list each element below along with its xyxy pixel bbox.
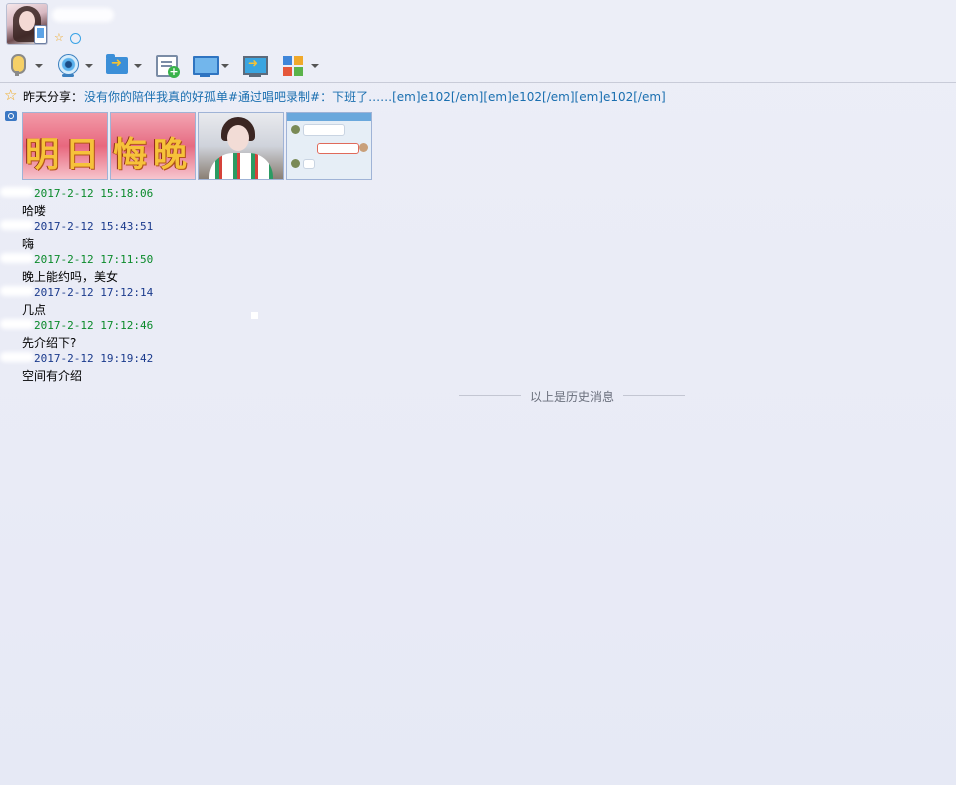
redaction-mark	[251, 312, 258, 319]
contact-name-redacted	[52, 8, 114, 22]
sender-name-redacted	[0, 187, 34, 197]
message-item: 2017-2-12 17:11:50 晚上能约吗，美女	[0, 251, 700, 284]
message-time: 2017-2-12 15:18:06	[34, 187, 154, 200]
sender-name-redacted	[0, 286, 34, 296]
portrait-face	[227, 125, 249, 151]
message-text: 空间有介绍	[22, 369, 83, 383]
artwork-glyph: 日	[65, 135, 99, 175]
message-time: 2017-2-12 17:12:14	[34, 286, 154, 299]
message-time: 2017-2-12 17:12:46	[34, 319, 154, 332]
photo-album-icon[interactable]	[5, 111, 17, 121]
avatar-face	[19, 11, 35, 31]
message-time: 2017-2-12 17:11:50	[34, 253, 154, 266]
artwork-glyph: 悔	[113, 135, 147, 175]
apps-button[interactable]	[0, 52, 322, 78]
chat-screenshot-header	[287, 113, 371, 121]
sender-name-redacted	[0, 220, 34, 230]
message-time: 2017-2-12 15:43:51	[34, 220, 154, 233]
message-text: 嗨	[22, 237, 35, 251]
chat-toolbar: +	[0, 50, 956, 82]
portrait-body	[209, 153, 273, 179]
star-icon[interactable]: ☆	[54, 31, 64, 44]
message-text: 晚上能约吗，美女	[22, 270, 119, 284]
toolbar-divider	[0, 82, 956, 83]
message-list: 2017-2-12 15:18:06 哈喽 2017-2-12 15:43:51…	[0, 185, 700, 383]
album-thumbnail-4[interactable]	[286, 112, 372, 180]
sender-name-redacted	[0, 319, 34, 329]
share-label: 昨天分享：	[23, 90, 84, 104]
share-star-icon: ☆	[4, 86, 18, 104]
album-thumbnail-1[interactable]: 明 日	[22, 112, 108, 180]
message-item: 2017-2-12 15:43:51 嗨	[0, 218, 700, 251]
message-item: 2017-2-12 15:18:06 哈喽	[0, 185, 700, 218]
message-item: 2017-2-12 17:12:14 几点	[0, 284, 700, 317]
message-time: 2017-2-12 19:19:42	[34, 352, 154, 365]
mobile-online-icon	[34, 25, 47, 44]
chevron-down-icon[interactable]	[311, 64, 319, 68]
chat-screenshot-avatar	[291, 159, 300, 168]
chat-screenshot-bubble	[317, 143, 359, 154]
message-text: 哈喽	[22, 204, 47, 218]
sender-name-redacted	[0, 253, 34, 263]
message-item: 2017-2-12 17:12:46 先介绍下?	[0, 317, 700, 350]
history-divider: 以上是历史消息	[459, 388, 685, 404]
artwork-glyph: 明	[25, 135, 59, 175]
artwork-glyph: 晚	[153, 135, 187, 175]
share-link[interactable]: 没有你的陪伴我真的好孤单#通过唱吧录制#：下班了……[em]e102[/em][…	[84, 88, 666, 105]
chat-screenshot-avatar	[291, 125, 300, 134]
sender-name-redacted	[0, 352, 34, 362]
message-text: 几点	[22, 303, 47, 317]
album-thumbnail-2[interactable]: 悔 晚	[110, 112, 196, 180]
chat-screenshot-avatar	[359, 143, 368, 152]
chat-screenshot-bubble	[303, 159, 315, 169]
qzone-icon[interactable]	[70, 33, 81, 44]
album-thumbnail-3[interactable]	[198, 112, 284, 180]
history-divider-text: 以上是历史消息	[529, 390, 614, 404]
apps-grid-icon	[283, 56, 304, 77]
chat-header: ☆	[0, 0, 956, 50]
message-text: 先介绍下?	[22, 336, 77, 350]
chat-screenshot-bubble	[303, 124, 345, 136]
message-item: 2017-2-12 19:19:42 空间有介绍	[0, 350, 700, 383]
